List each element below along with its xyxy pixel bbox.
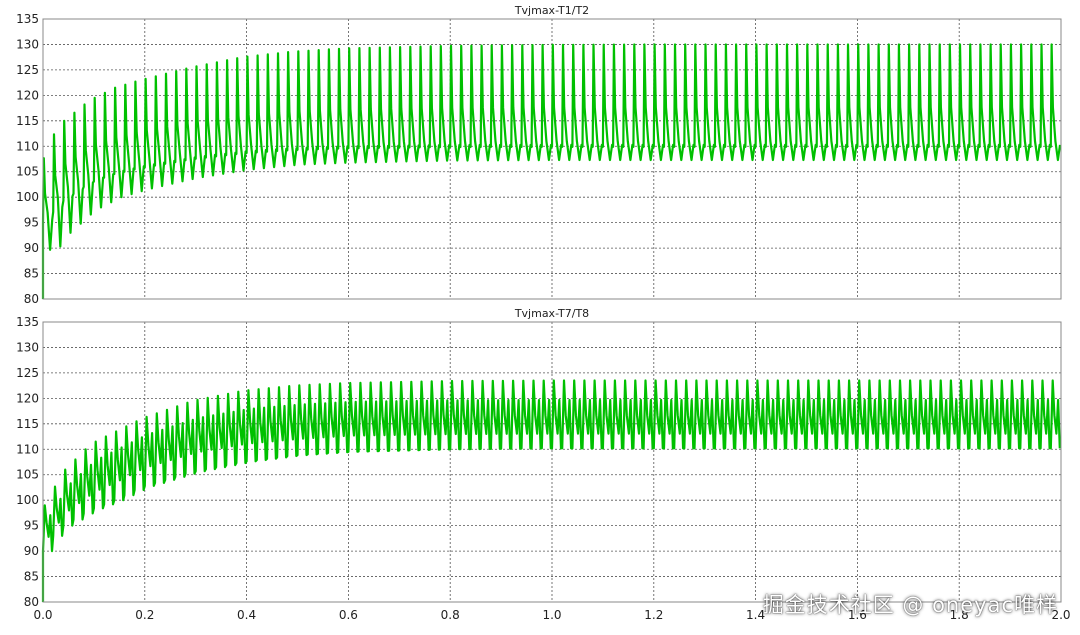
chart-panel-1: 80 85 90 95 100 105 110 115 120 125 130 135 Tvjmax-T… [16,4,1062,306]
watermark-text: 掘金技术社区 @ oneyac唯样 [762,593,1058,617]
y-tick-label: 110 [16,442,39,456]
y-tick-label: 90 [24,241,39,255]
y-tick-label: 125 [16,63,39,77]
x-tick-label: 0.0 [33,608,52,622]
y-tick-label: 135 [16,12,39,26]
y-tick-label: 130 [16,340,39,354]
y-tick-label: 120 [16,88,39,102]
y-tick-label: 95 [24,519,39,533]
x-tick-label: 1.2 [644,608,663,622]
y-tick-label: 105 [16,468,39,482]
y-tick-label: 110 [16,139,39,153]
y-tick-label: 95 [24,216,39,230]
y-tick-label: 125 [16,366,39,380]
y-tick-label: 85 [24,267,39,281]
y-tick-label: 80 [24,595,39,609]
chart-title: Tvjmax-T7/T8 [514,307,589,320]
y-tick-label: 90 [24,544,39,558]
chart-figure: 80 85 90 95 100 105 110 115 120 125 130 135 Tvjmax-T… [16,4,1070,622]
x-tick-label: 0.8 [441,608,460,622]
y-tick-label: 115 [16,114,39,128]
chart-panel-2: 80 85 90 95 100 105 110 115 120 125 130 135 0.0 0.2 0.… [16,307,1070,622]
chart-title: Tvjmax-T1/T2 [514,4,589,17]
y-tick-label: 100 [16,493,39,507]
y-tick-label: 100 [16,190,39,204]
y-tick-label: 80 [24,292,39,306]
x-tick-label: 0.6 [339,608,358,622]
y-tick-label: 135 [16,315,39,329]
x-tick-label: 1.0 [542,608,561,622]
y-tick-label: 85 [24,570,39,584]
y-tick-label: 120 [16,391,39,405]
y-tick-label: 130 [16,37,39,51]
y-tick-label: 105 [16,165,39,179]
x-tick-label: 0.2 [135,608,154,622]
y-tick-label: 115 [16,417,39,431]
x-tick-label: 0.4 [237,608,256,622]
